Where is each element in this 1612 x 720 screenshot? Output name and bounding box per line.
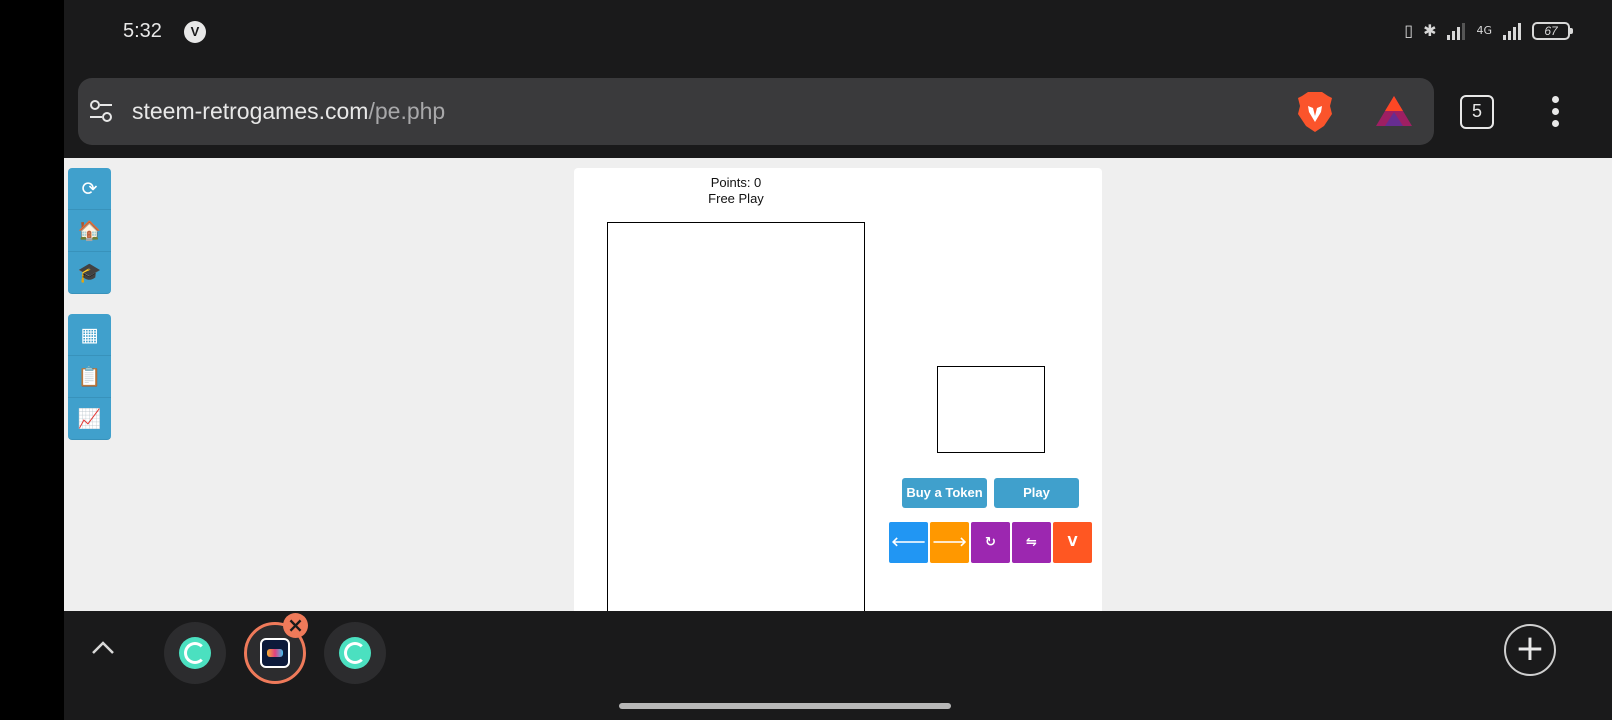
home-indicator[interactable] <box>619 703 951 709</box>
brave-rewards-icon[interactable] <box>1374 94 1414 128</box>
battery-icon: 67 <box>1532 22 1573 40</box>
grid-icon[interactable]: ▦ <box>68 314 111 356</box>
side-menu: ⟳ 🏠 🎓 ▦ 📋 📈 <box>68 168 112 440</box>
game-panel: Points: 0 Free Play Buy a Token Play 🡐 🡒… <box>574 168 1102 611</box>
next-piece-preview <box>937 366 1045 453</box>
drop-button[interactable]: V <box>1053 522 1092 563</box>
rotate-button[interactable]: ↻ <box>971 522 1010 563</box>
status-bar: 5:32 V ▯ ✱ 4G 67 <box>64 0 1612 64</box>
network-type: 4G <box>1476 24 1492 37</box>
signal-icon <box>1447 23 1466 40</box>
home-icon[interactable]: 🏠 <box>68 210 111 252</box>
steem-logo-icon <box>179 637 211 669</box>
new-tab-button[interactable]: + <box>1504 624 1556 676</box>
game-board[interactable] <box>607 222 865 611</box>
brave-shields-icon[interactable] <box>1294 90 1336 134</box>
side-menu-gap <box>68 294 112 314</box>
reload-icon[interactable]: ⟳ <box>68 168 111 210</box>
status-icons: ▯ ✱ 4G 67 <box>1404 20 1573 42</box>
phone-screen: 5:32 V ▯ ✱ 4G 67 steem-retrogames.com/pe… <box>64 0 1612 720</box>
chevron-up-icon[interactable] <box>90 635 116 661</box>
device-left-bar <box>0 0 64 720</box>
tab-steemit-2[interactable] <box>324 622 386 684</box>
status-time: 5:32 <box>123 20 162 42</box>
site-settings-icon[interactable] <box>88 98 114 124</box>
vpn-icon: V <box>184 21 206 43</box>
steem-logo-icon <box>339 637 371 669</box>
graduation-cap-icon[interactable]: 🎓 <box>68 252 111 294</box>
mode-label: Free Play <box>708 191 764 206</box>
move-right-button[interactable]: 🡒 <box>930 522 969 563</box>
chart-icon[interactable]: 📈 <box>68 398 111 440</box>
address-bar[interactable]: steem-retrogames.com/pe.php <box>78 78 1434 145</box>
play-button[interactable]: Play <box>994 478 1079 508</box>
score-display: Points: 0 Free Play <box>574 175 898 207</box>
points-label: Points: 0 <box>710 175 762 190</box>
tab-steemit-1[interactable] <box>164 622 226 684</box>
url-path: /pe.php <box>368 98 446 124</box>
clipboard-icon[interactable]: 📋 <box>68 356 111 398</box>
close-tab-icon[interactable]: × <box>283 613 308 638</box>
control-buttons: 🡐 🡒 ↻ ⇋ V <box>889 522 1092 563</box>
url-text[interactable]: steem-retrogames.com/pe.php <box>132 98 445 125</box>
buy-token-button[interactable]: Buy a Token <box>902 478 987 508</box>
url-domain: steem-retrogames.com <box>132 98 369 124</box>
web-content: ⟳ 🏠 🎓 ▦ 📋 📈 Points: 0 Free Play Buy a To… <box>64 158 1612 611</box>
signal-4g-icon <box>1503 23 1521 40</box>
tab-strip: × + <box>64 611 1612 720</box>
bluetooth-icon: ✱ <box>1423 21 1437 40</box>
browser-menu-icon[interactable] <box>1552 96 1560 128</box>
move-left-button[interactable]: 🡐 <box>889 522 928 563</box>
retrogames-logo-icon <box>260 638 290 668</box>
tab-switcher-button[interactable]: 5 <box>1460 95 1494 129</box>
vibrate-icon: ▯ <box>1404 21 1414 40</box>
flip-button[interactable]: ⇋ <box>1012 522 1051 563</box>
